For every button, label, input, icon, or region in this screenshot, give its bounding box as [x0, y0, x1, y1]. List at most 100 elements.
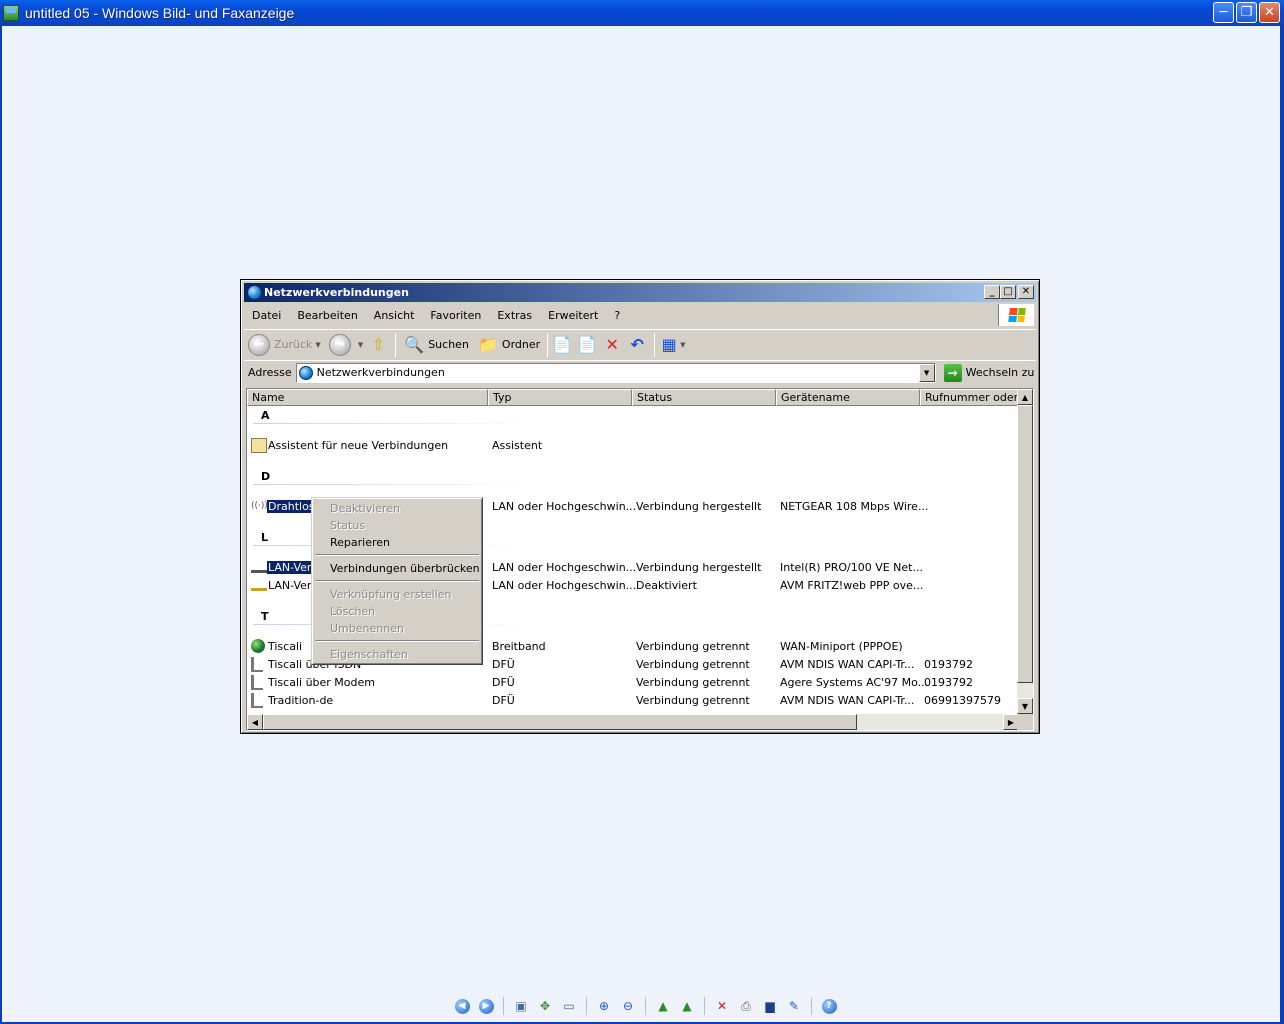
viewer-frame-right	[1280, 26, 1284, 1024]
column-headers: Name Typ Status Gerätename Rufnummer ode…	[247, 389, 1020, 406]
menu-datei: Datei	[252, 308, 282, 322]
network-globe-icon	[247, 285, 262, 300]
vertical-scrollbar: ▲ ▼	[1017, 389, 1033, 714]
dialup-icon	[251, 657, 263, 672]
folder-icon: 📁	[477, 335, 498, 354]
row-name: Tradition-de	[268, 694, 334, 707]
row-status: Verbindung getrennt	[636, 658, 750, 671]
row-device: Intel(R) PRO/100 VE Net...	[780, 561, 923, 574]
undo-icon: ↶	[630, 335, 644, 354]
row-device: WAN-Miniport (PPPOE)	[780, 640, 903, 653]
chevron-down-icon: ▼	[680, 340, 686, 349]
group-header: L	[261, 531, 269, 544]
go-label: Wechseln zu	[965, 366, 1035, 379]
window-close-button: ✕	[1018, 285, 1034, 299]
row-name: Tiscali	[268, 640, 303, 653]
menu-item-bridge: Verbindungen überbrücken	[330, 562, 480, 575]
row-type: DFÜ	[492, 694, 515, 707]
print-icon[interactable]: ⎙	[736, 996, 756, 1016]
delete-icon[interactable]: ✕	[712, 996, 732, 1016]
zoom-in-icon[interactable]: ⊕	[594, 996, 614, 1016]
back-label: Zurück	[274, 338, 313, 351]
search-button: 🔍 Suchen	[399, 332, 473, 358]
row-type: DFÜ	[492, 676, 515, 689]
column-type: Typ	[488, 389, 632, 406]
folders-button: 📁 Ordner	[473, 332, 544, 358]
scroll-thumb	[263, 714, 857, 730]
scroll-up-icon: ▲	[1017, 389, 1033, 405]
scroll-thumb	[1017, 405, 1033, 683]
image-viewer-icon	[3, 5, 19, 21]
rotate-cw-icon[interactable]: ▲	[653, 996, 673, 1016]
resize-grip-icon	[1017, 714, 1033, 730]
go-button: → Wechseln zu	[943, 363, 1035, 382]
prev-image-icon[interactable]: ◀	[452, 996, 472, 1016]
viewer-title: untitled 05 - Windows Bild- und Faxanzei…	[25, 5, 295, 21]
address-field: Netzwerkverbindungen ▼	[295, 362, 936, 383]
lan-disabled-icon	[251, 580, 267, 591]
row-type: Breitband	[492, 640, 546, 653]
row-status: Deaktiviert	[636, 579, 697, 592]
wireless-icon: ((·))	[251, 501, 268, 511]
chevron-down-icon: ▼	[357, 340, 364, 349]
viewer-close-button[interactable]: ✕	[1259, 2, 1280, 23]
edit-icon[interactable]: ✎	[784, 996, 804, 1016]
search-label: Suchen	[428, 338, 469, 351]
row-status: Verbindung getrennt	[636, 640, 750, 653]
back-button: ← Zurück ▼	[244, 332, 325, 358]
viewer-restore-button[interactable]: ❐	[1236, 2, 1257, 23]
menu-item-rename: Umbenennen	[330, 622, 404, 635]
viewer-titlebar[interactable]: untitled 05 - Windows Bild- und Faxanzei…	[0, 0, 1284, 26]
copy-to-icon: 📄	[577, 335, 598, 354]
wizard-icon	[251, 438, 267, 453]
zoom-out-icon[interactable]: ⊖	[618, 996, 638, 1016]
menu-erweitert: Erweitert	[548, 308, 599, 322]
row-number: 0193792	[924, 676, 973, 689]
column-name: Name	[247, 389, 488, 406]
row-device: AVM FRITZ!web PPP ove...	[780, 579, 924, 592]
menu-favoriten: Favoriten	[430, 308, 482, 322]
row-type: LAN oder Hochgeschwin...	[492, 561, 637, 574]
address-value: Netzwerkverbindungen	[316, 366, 445, 379]
menu-bearbeiten: Bearbeiten	[297, 308, 358, 322]
row-status: Verbindung getrennt	[636, 694, 750, 707]
folder-up-icon: ⇧	[371, 335, 385, 354]
forward-arrow-icon: →	[328, 333, 351, 356]
rotate-ccw-icon[interactable]: ▲	[677, 996, 697, 1016]
dialup-icon	[251, 675, 263, 690]
window-title: Netzwerkverbindungen	[264, 286, 409, 299]
delete-icon: ✕	[605, 335, 619, 354]
row-type: LAN oder Hochgeschwin...	[492, 579, 637, 592]
help-icon[interactable]: ?	[819, 996, 839, 1016]
row-name: Assistent für neue Verbindungen	[268, 439, 449, 452]
lan-icon	[251, 562, 267, 573]
row-device: AVM NDIS WAN CAPI-Tr...	[780, 658, 915, 671]
context-menu: Deaktivieren Status Reparieren Verbindun…	[311, 497, 483, 665]
row-type: DFÜ	[492, 658, 515, 671]
best-fit-icon[interactable]: ▣	[511, 996, 531, 1016]
slideshow-icon[interactable]: ▭	[559, 996, 579, 1016]
menu-help: ?	[614, 308, 621, 322]
horizontal-scrollbar: ◀ ▶	[247, 714, 1019, 730]
address-dropdown-icon: ▼	[918, 363, 935, 382]
views-icon: ▦	[661, 335, 677, 354]
globe-icon	[251, 639, 265, 653]
menu-item-reparieren: Reparieren	[330, 536, 391, 549]
search-icon: 🔍	[404, 335, 425, 354]
menu-item-delete: Löschen	[330, 605, 376, 618]
actual-size-icon[interactable]: ✥	[535, 996, 555, 1016]
row-device: Agere Systems AC'97 Mo...	[780, 676, 929, 689]
row-status: Verbindung hergestellt	[636, 500, 762, 513]
column-number: Rufnummer oder Ho	[920, 389, 1020, 406]
next-image-icon[interactable]: ▶	[476, 996, 496, 1016]
folders-label: Ordner	[501, 338, 541, 351]
save-icon[interactable]: ▆	[760, 996, 780, 1016]
menu-item-status: Status	[330, 519, 366, 532]
row-number: 0193792	[924, 658, 973, 671]
scroll-down-icon: ▼	[1017, 698, 1033, 714]
go-arrow-icon: →	[943, 363, 962, 382]
group-header: T	[261, 610, 269, 623]
viewer-minimize-button[interactable]: ─	[1213, 2, 1234, 23]
row-name: Tiscali über Modem	[268, 676, 375, 689]
row-type: Assistent	[492, 439, 543, 452]
